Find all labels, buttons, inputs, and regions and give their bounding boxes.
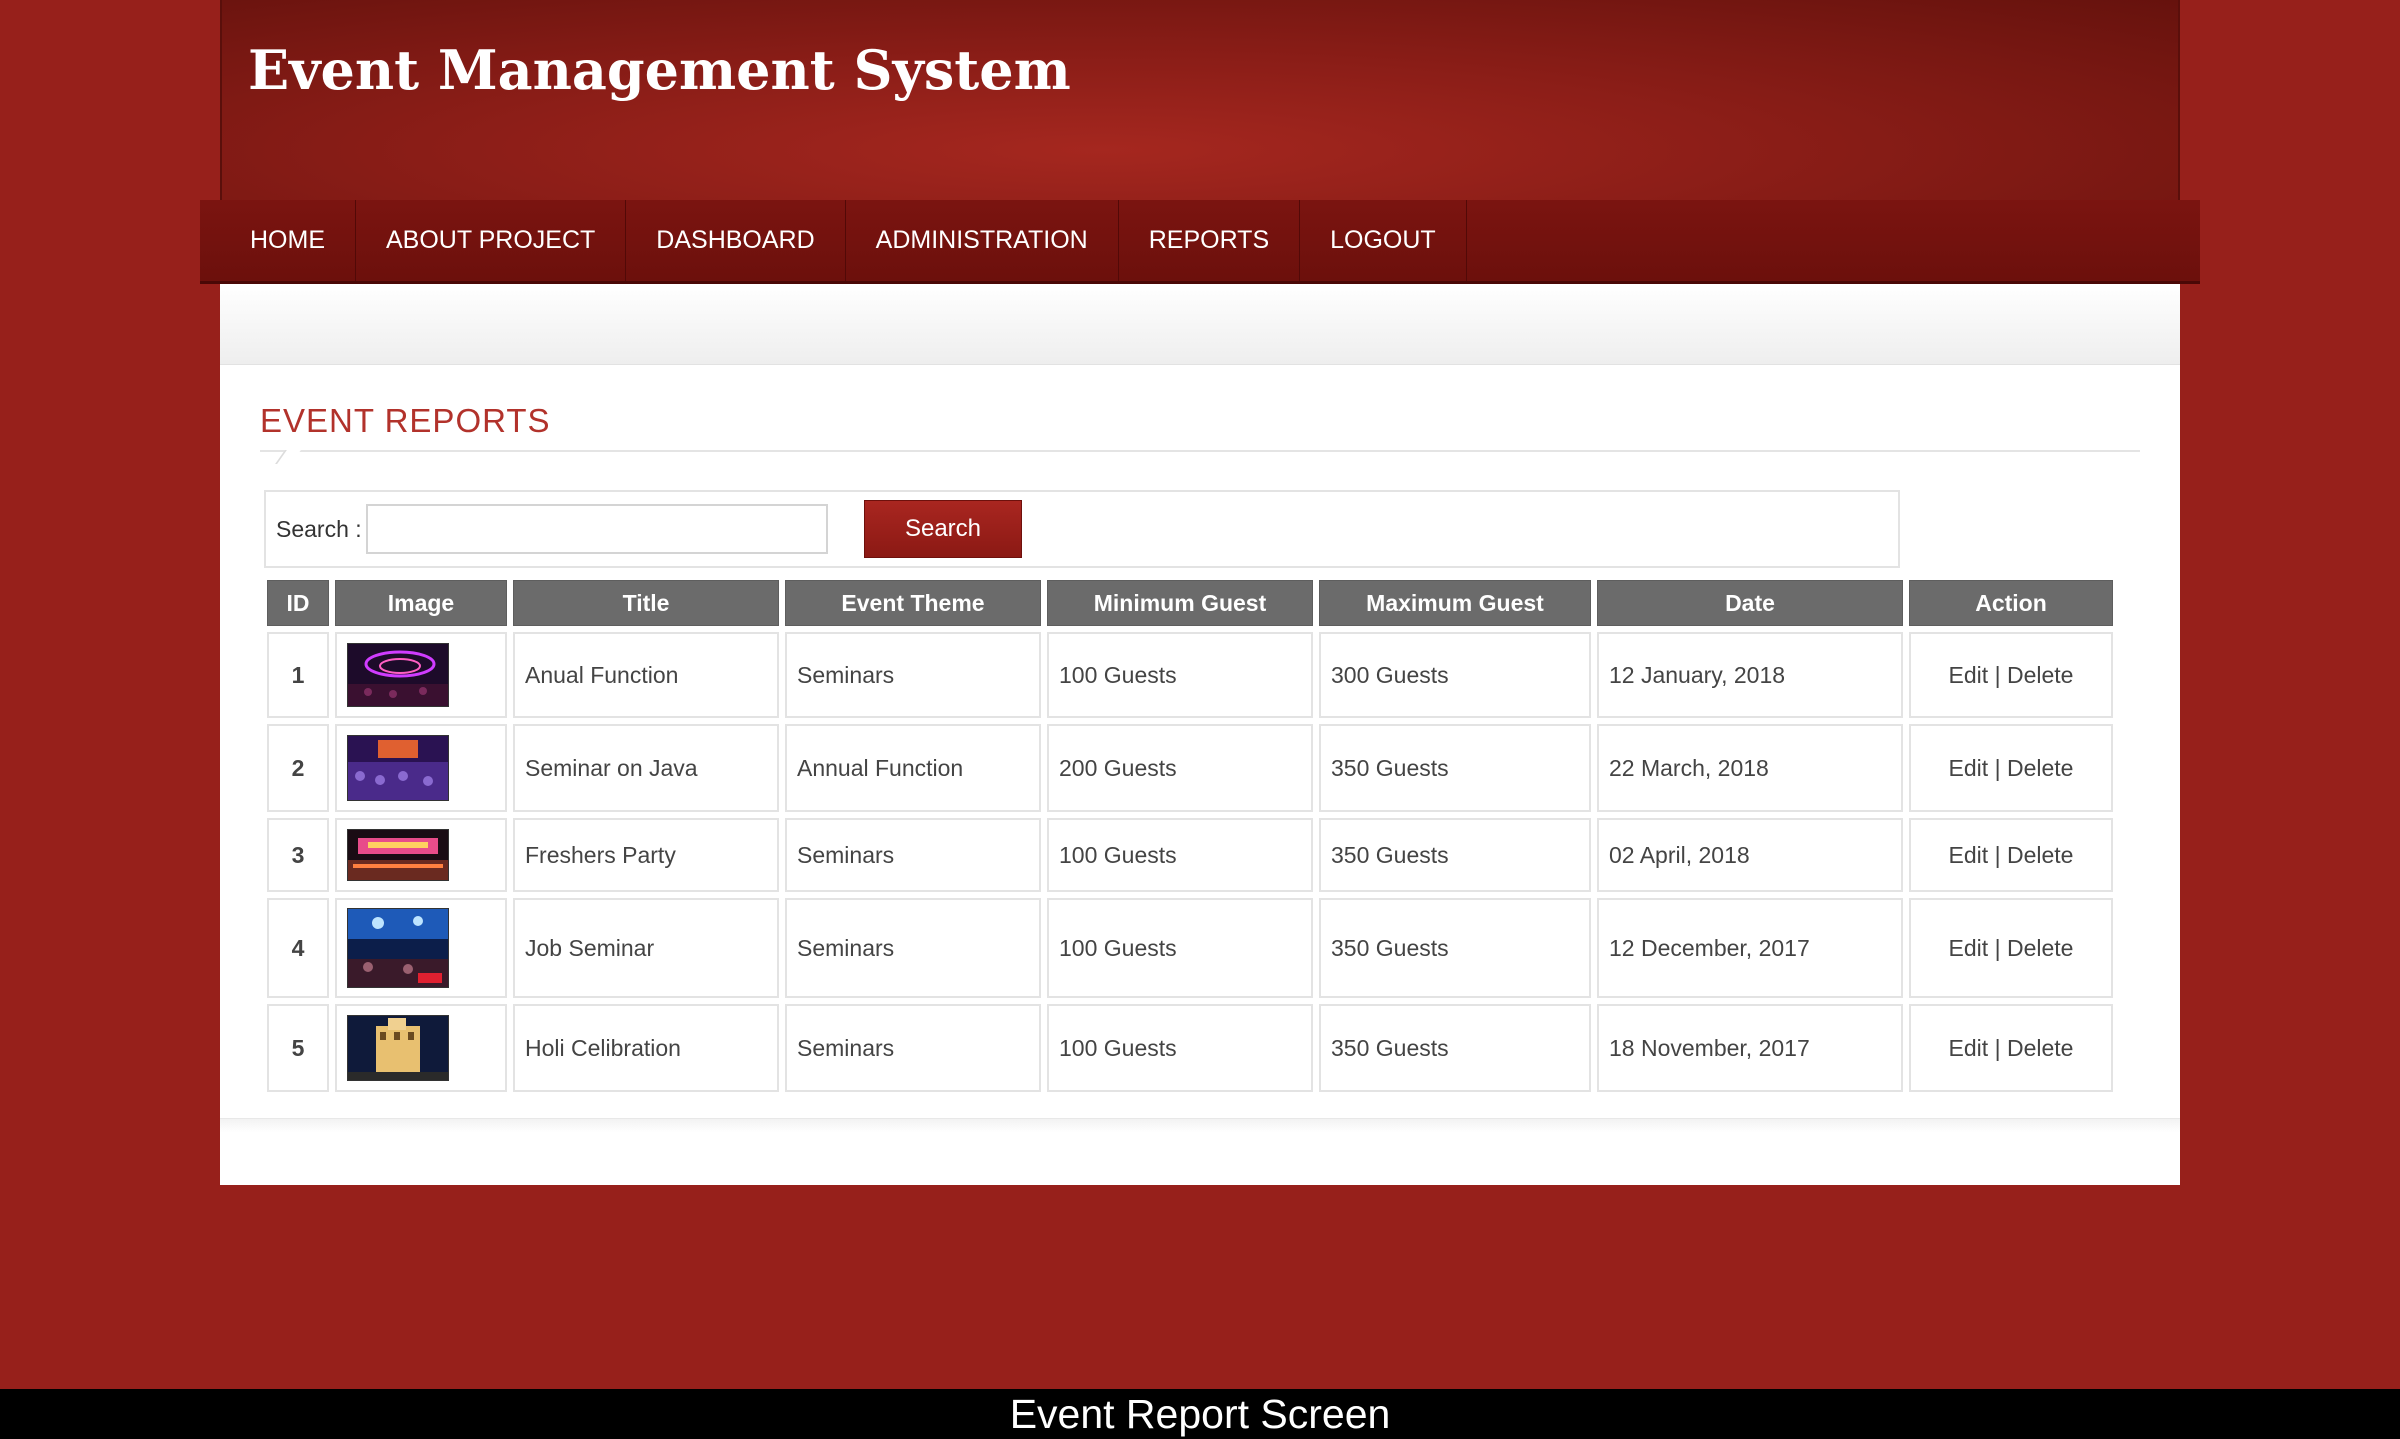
screen-caption: Event Report Screen: [0, 1389, 2400, 1439]
nav-item-logout[interactable]: LOGOUT: [1300, 200, 1467, 281]
column-header-date: Date: [1597, 580, 1903, 626]
cell-event-theme: Seminars: [785, 1004, 1041, 1092]
table-row: 4 Job Seminar Seminars 100 Guests 350 Gu…: [267, 898, 2113, 998]
cell-maximum-guest: 350 Guests: [1319, 818, 1591, 892]
cell-minimum-guest: 100 Guests: [1047, 1004, 1313, 1092]
edit-link[interactable]: Edit: [1949, 755, 1989, 781]
table-header-row: ID Image Title Event Theme Minimum Guest…: [267, 580, 2113, 626]
column-header-image: Image: [335, 580, 507, 626]
cell-title: Job Seminar: [513, 898, 779, 998]
column-header-minimum-guest: Minimum Guest: [1047, 580, 1313, 626]
cell-id: 2: [267, 724, 329, 812]
column-header-action: Action: [1909, 580, 2113, 626]
cell-date: 12 December, 2017: [1597, 898, 1903, 998]
action-separator: |: [1994, 754, 2001, 781]
event-thumbnail: [347, 643, 449, 707]
delete-link[interactable]: Delete: [2007, 662, 2073, 688]
cell-maximum-guest: 350 Guests: [1319, 1004, 1591, 1092]
site-header: Event Management System: [220, 0, 2180, 200]
main-content: EVENT REPORTS Search : Search ID Image T…: [220, 284, 2180, 1185]
table-row: 2 Seminar on Java Annual Function 200 Gu…: [267, 724, 2113, 812]
column-header-title: Title: [513, 580, 779, 626]
search-input[interactable]: [366, 504, 828, 554]
cell-id: 5: [267, 1004, 329, 1092]
cell-action: Edit | Delete: [1909, 898, 2113, 998]
event-thumbnail: [347, 735, 449, 801]
nav-item-about-project[interactable]: ABOUT PROJECT: [356, 200, 627, 281]
cell-image: [335, 898, 507, 998]
delete-link[interactable]: Delete: [2007, 935, 2073, 961]
nav-item-home[interactable]: HOME: [200, 200, 356, 281]
edit-link[interactable]: Edit: [1949, 935, 1989, 961]
cell-action: Edit | Delete: [1909, 632, 2113, 718]
content-subbar: [220, 284, 2180, 365]
column-header-maximum-guest: Maximum Guest: [1319, 580, 1591, 626]
cell-date: 12 January, 2018: [1597, 632, 1903, 718]
search-label: Search :: [276, 516, 362, 542]
cell-id: 1: [267, 632, 329, 718]
cell-id: 4: [267, 898, 329, 998]
nav-list: HOME ABOUT PROJECT DASHBOARD ADMINISTRAT…: [200, 200, 1467, 284]
cell-minimum-guest: 100 Guests: [1047, 632, 1313, 718]
action-separator: |: [1994, 1034, 2001, 1061]
cell-title: Holi Celibration: [513, 1004, 779, 1092]
cell-title: Anual Function: [513, 632, 779, 718]
delete-link[interactable]: Delete: [2007, 755, 2073, 781]
edit-link[interactable]: Edit: [1949, 842, 1989, 868]
cell-event-theme: Seminars: [785, 632, 1041, 718]
title-divider: [260, 450, 2140, 452]
column-header-id: ID: [267, 580, 329, 626]
main-nav: HOME ABOUT PROJECT DASHBOARD ADMINISTRAT…: [200, 200, 2200, 284]
search-form: Search : Search: [264, 490, 1900, 568]
cell-maximum-guest: 350 Guests: [1319, 724, 1591, 812]
delete-link[interactable]: Delete: [2007, 842, 2073, 868]
nav-item-dashboard[interactable]: DASHBOARD: [626, 200, 846, 281]
table-row: 3 Freshers Party Seminars 100 Guests 350…: [267, 818, 2113, 892]
cell-minimum-guest: 200 Guests: [1047, 724, 1313, 812]
event-thumbnail: [347, 1015, 449, 1081]
cell-image: [335, 632, 507, 718]
edit-link[interactable]: Edit: [1949, 1035, 1989, 1061]
column-header-event-theme: Event Theme: [785, 580, 1041, 626]
cell-event-theme: Seminars: [785, 898, 1041, 998]
content-footer: [220, 1118, 2180, 1185]
edit-link[interactable]: Edit: [1949, 662, 1989, 688]
cell-image: [335, 724, 507, 812]
screen: Event Management System HOME ABOUT PROJE…: [0, 0, 2400, 1439]
event-reports-table: ID Image Title Event Theme Minimum Guest…: [261, 574, 2119, 1098]
action-separator: |: [1994, 661, 2001, 688]
table-row: 5 Holi Celibration Seminars 100 Guests 3…: [267, 1004, 2113, 1092]
table-row: 1 Anual Function Seminars 100 Guests 300…: [267, 632, 2113, 718]
cell-title: Seminar on Java: [513, 724, 779, 812]
delete-link[interactable]: Delete: [2007, 1035, 2073, 1061]
page-title: EVENT REPORTS: [260, 402, 551, 439]
nav-item-reports[interactable]: REPORTS: [1119, 200, 1301, 281]
nav-item-administration[interactable]: ADMINISTRATION: [846, 200, 1119, 281]
cell-action: Edit | Delete: [1909, 1004, 2113, 1092]
cell-image: [335, 818, 507, 892]
event-thumbnail: [347, 829, 449, 881]
cell-image: [335, 1004, 507, 1092]
cell-minimum-guest: 100 Guests: [1047, 818, 1313, 892]
cell-title: Freshers Party: [513, 818, 779, 892]
cell-date: 18 November, 2017: [1597, 1004, 1903, 1092]
cell-date: 02 April, 2018: [1597, 818, 1903, 892]
search-button[interactable]: Search: [864, 500, 1022, 558]
cell-event-theme: Annual Function: [785, 724, 1041, 812]
cell-action: Edit | Delete: [1909, 724, 2113, 812]
event-thumbnail: [347, 908, 449, 988]
cell-minimum-guest: 100 Guests: [1047, 898, 1313, 998]
cell-maximum-guest: 300 Guests: [1319, 632, 1591, 718]
site-title: Event Management System: [248, 38, 1071, 102]
action-separator: |: [1994, 934, 2001, 961]
cell-action: Edit | Delete: [1909, 818, 2113, 892]
action-separator: |: [1994, 841, 2001, 868]
cell-date: 22 March, 2018: [1597, 724, 1903, 812]
cell-event-theme: Seminars: [785, 818, 1041, 892]
cell-maximum-guest: 350 Guests: [1319, 898, 1591, 998]
cell-id: 3: [267, 818, 329, 892]
title-divider-notch: [275, 450, 301, 464]
